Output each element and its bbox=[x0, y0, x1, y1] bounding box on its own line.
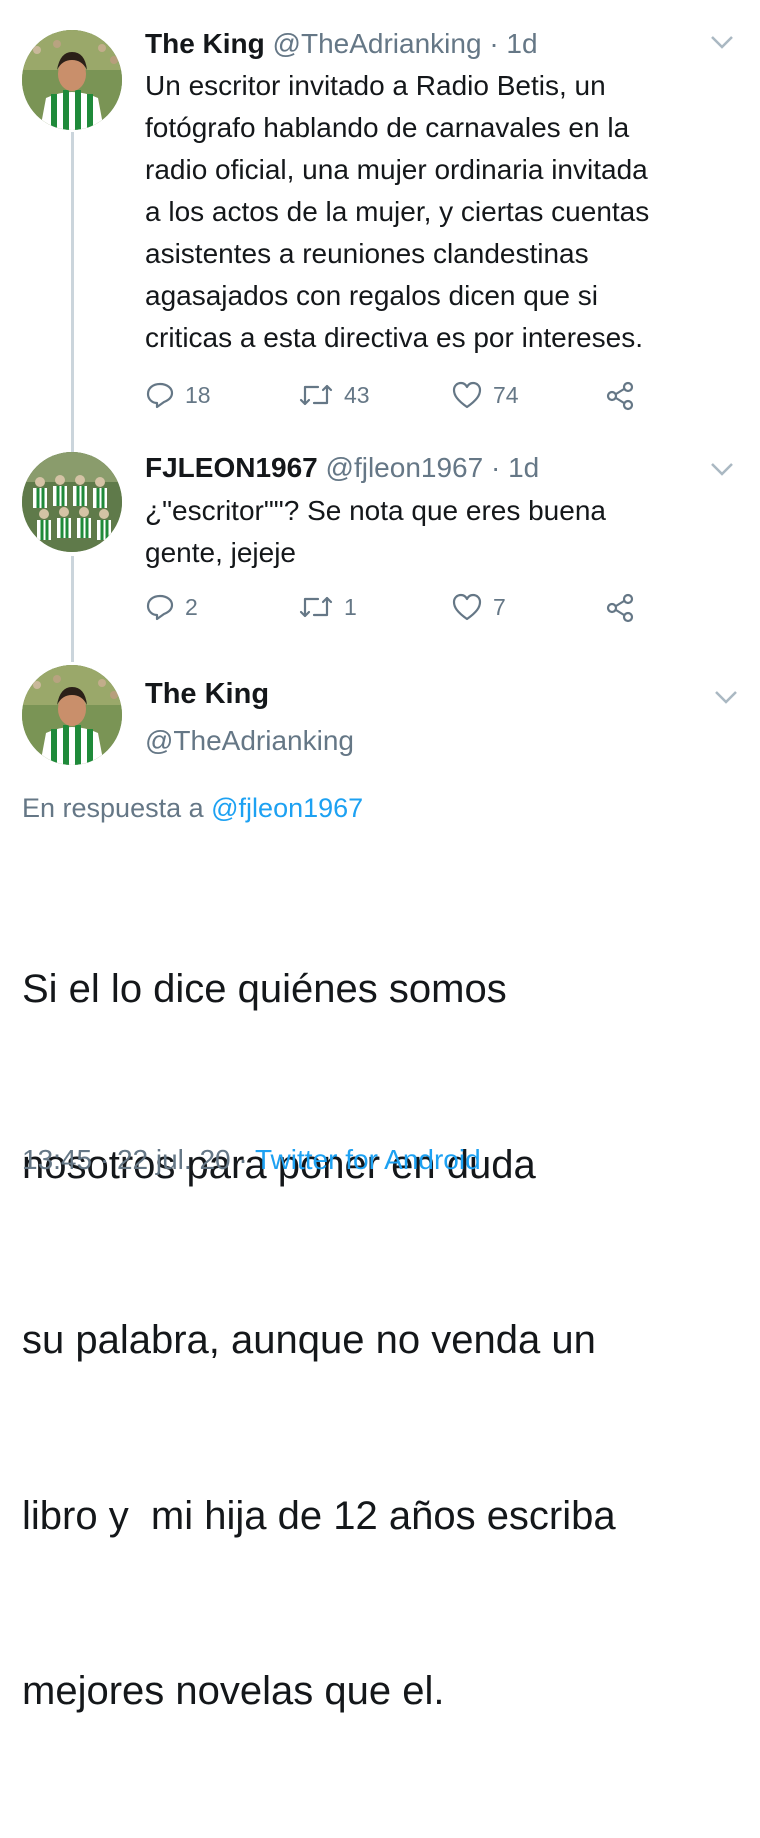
retweet-count: 1 bbox=[344, 593, 357, 620]
text-line: su palabra, aunque no venda un bbox=[22, 1318, 596, 1362]
share-icon bbox=[606, 593, 634, 623]
author-name[interactable]: The King bbox=[145, 28, 265, 59]
tweet-header: The King @TheAdrianking · 1d bbox=[145, 27, 538, 61]
tweet-header: FJLEON1967 @fjleon1967 · 1d bbox=[145, 451, 539, 485]
text-line: Si el lo dice quiénes somos bbox=[22, 967, 507, 1011]
reply-to-link[interactable]: @fjleon1967 bbox=[211, 793, 363, 823]
tweet-text: Un escritor invitado a Radio Betis, un f… bbox=[145, 65, 745, 359]
retweet-button[interactable]: 1 bbox=[298, 592, 357, 622]
reply-icon bbox=[146, 382, 174, 409]
timestamp: 13:45 bbox=[22, 1144, 93, 1175]
like-count: 74 bbox=[493, 381, 519, 408]
like-count: 7 bbox=[493, 593, 506, 620]
like-icon bbox=[452, 381, 482, 409]
author-handle[interactable]: @TheAdrianking bbox=[273, 28, 482, 59]
share-icon bbox=[606, 381, 634, 411]
thread-line bbox=[71, 556, 74, 662]
timestamp[interactable]: 1d bbox=[508, 452, 539, 483]
avatar[interactable] bbox=[22, 665, 122, 765]
reply-count: 18 bbox=[185, 381, 211, 408]
tweet-meta: 13:45 · 22 jul. 20 · Twitter for Android bbox=[22, 1142, 481, 1178]
author-name[interactable]: FJLEON1967 bbox=[145, 452, 318, 483]
reply-icon bbox=[146, 594, 174, 621]
like-button[interactable]: 74 bbox=[451, 380, 519, 410]
retweet-icon bbox=[299, 384, 333, 406]
text-line: Un escritor invitado a Radio Betis, un bbox=[145, 70, 606, 101]
reply-context: En respuesta a @fjleon1967 bbox=[22, 790, 363, 826]
date: 22 jul. 20 bbox=[116, 1144, 231, 1175]
text-line: gente, jejeje bbox=[145, 537, 297, 568]
author-name[interactable]: The King bbox=[145, 676, 269, 712]
reply-count: 2 bbox=[185, 593, 198, 620]
like-button[interactable]: 7 bbox=[451, 592, 506, 622]
separator: · bbox=[238, 1144, 248, 1175]
thread-line bbox=[71, 132, 74, 452]
text-line: libro y mi hija de 12 años escriba bbox=[22, 1493, 616, 1538]
tweet-text: ¿"escritor""? Se nota que eres buena gen… bbox=[145, 490, 745, 574]
text-line: a los actos de la mujer, y ciertas cuent… bbox=[145, 196, 650, 227]
text-line: mejores novelas que el. bbox=[22, 1669, 445, 1713]
chevron-down-icon[interactable] bbox=[708, 28, 736, 59]
text-line: criticas a esta directiva es por interes… bbox=[145, 322, 643, 353]
reply-button[interactable]: 2 bbox=[145, 592, 198, 622]
separator: · bbox=[99, 1144, 110, 1175]
text-line: ¿"escritor""? Se nota que eres buena bbox=[145, 495, 606, 526]
avatar[interactable] bbox=[22, 452, 122, 552]
reply-button[interactable]: 18 bbox=[145, 380, 211, 410]
source-link[interactable]: Twitter for Android bbox=[255, 1144, 481, 1175]
share-button[interactable] bbox=[604, 380, 646, 412]
timestamp[interactable]: 1d bbox=[506, 28, 537, 59]
avatar[interactable] bbox=[22, 30, 122, 130]
author-handle[interactable]: @fjleon1967 bbox=[326, 452, 484, 483]
share-button[interactable] bbox=[604, 592, 646, 624]
separator: · bbox=[490, 452, 501, 483]
chevron-down-icon[interactable] bbox=[712, 683, 740, 714]
retweet-count: 43 bbox=[344, 381, 370, 408]
retweet-icon bbox=[299, 596, 333, 618]
reply-prefix: En respuesta a bbox=[22, 793, 204, 823]
author-handle[interactable]: @TheAdrianking bbox=[145, 723, 354, 759]
separator: · bbox=[489, 28, 499, 59]
like-icon bbox=[452, 593, 482, 621]
tweet-text: Si el lo dice quiénes somos nosotros par… bbox=[22, 843, 742, 1838]
text-line: agasajados con regalos dicen que si bbox=[145, 280, 598, 311]
text-line: radio oficial, una mujer ordinaria invit… bbox=[145, 154, 648, 185]
text-line: fotógrafo hablando de carnavales en la bbox=[145, 112, 630, 143]
chevron-down-icon[interactable] bbox=[708, 455, 736, 486]
retweet-button[interactable]: 43 bbox=[298, 380, 370, 410]
text-line: asistentes a reuniones clandestinas bbox=[145, 238, 589, 269]
